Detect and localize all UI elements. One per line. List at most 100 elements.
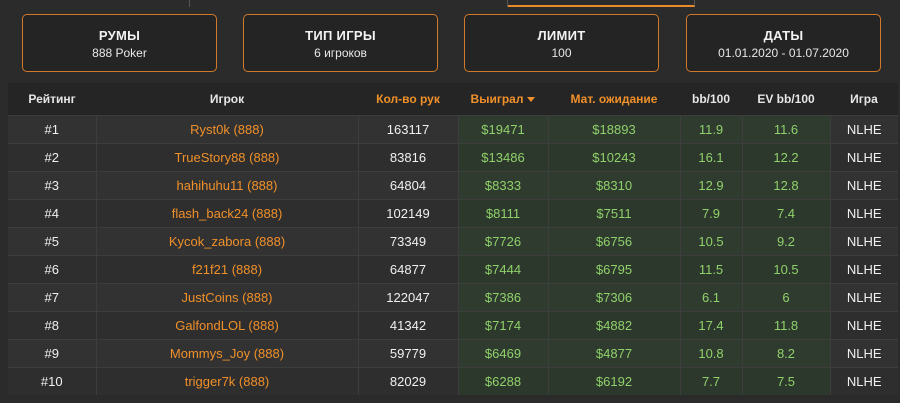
player-link[interactable]: Mommys_Joy (888) [95,339,358,367]
table-row: #4 flash_back24 (888) 102149 $8111 $7511 7.9 7… [8,199,898,227]
won-cell: $8333 [457,171,548,199]
player-link[interactable]: trigger7k (888) [95,367,358,395]
game-cell: NLHE [829,143,898,171]
filter-game-type-button[interactable]: ТИП ИГРЫ 6 игроков [243,14,438,72]
evbb100-cell: 12.2 [741,143,830,171]
hands-cell: 41342 [357,311,458,339]
hands-cell: 59779 [357,339,458,367]
filter-title: РУМЫ [98,28,141,43]
top-tab[interactable] [0,0,190,7]
bb100-cell: 16.1 [679,143,742,171]
table-row: #2 TrueStory88 (888) 83816 $13486 $10243 16.1… [8,143,898,171]
top-tab-strip [0,0,900,8]
hands-cell: 64877 [357,255,458,283]
player-link[interactable]: GalfondLOL (888) [95,311,358,339]
player-link[interactable]: Kycok_zabora (888) [95,227,358,255]
filter-title: ДАТЫ [763,28,804,43]
table-row: #9 Mommys_Joy (888) 59779 $6469 $4877 10.8 8.2… [8,339,898,367]
filter-title: ЛИМИТ [537,28,586,43]
bb100-cell: 11.9 [679,115,742,143]
header-evbb100[interactable]: EV bb/100 [742,83,830,115]
won-cell: $7444 [457,255,548,283]
bb100-cell: 17.4 [679,311,742,339]
rank-cell: #1 [44,121,59,137]
hands-cell: 102149 [357,199,458,227]
rank-cell: #4 [44,205,59,221]
rank-cell: #10 [40,373,63,389]
evbb100-cell: 11.6 [741,115,830,143]
hands-cell: 163117 [357,115,458,143]
evbb100-cell: 12.8 [741,171,830,199]
player-link[interactable]: Ryst0k (888) [95,115,358,143]
evbb100-cell: 9.2 [741,227,830,255]
filter-value: 6 игроков [314,46,367,60]
rank-cell: #5 [44,233,59,249]
filter-bar: РУМЫ 888 Poker ТИП ИГРЫ 6 игроков ЛИМИТ … [22,14,882,72]
won-cell: $7726 [457,227,548,255]
rank-cell: #6 [44,261,59,277]
evbb100-cell: 7.4 [741,199,830,227]
won-cell: $7386 [457,283,548,311]
evbb100-cell: 11.8 [741,311,830,339]
table-row: #10 trigger7k (888) 82029 $6288 $6192 7.7 7.5 N… [8,367,898,395]
filter-dates-button[interactable]: ДАТЫ 01.01.2020 - 01.07.2020 [686,14,881,72]
filter-value: 888 Poker [92,46,147,60]
game-cell: NLHE [829,199,898,227]
top-tab-active[interactable] [508,0,695,7]
bb100-cell: 10.5 [679,227,742,255]
header-player[interactable]: Игрок [96,83,358,115]
header-ev[interactable]: Мат. ожидание [548,83,680,115]
ev-cell: $18893 [547,115,680,143]
player-link[interactable]: flash_back24 (888) [95,199,358,227]
header-won[interactable]: Выиграл [458,83,548,115]
hands-cell: 83816 [357,143,458,171]
table-row: #8 GalfondLOL (888) 41342 $7174 $4882 17.4 11.… [8,311,898,339]
hands-cell: 122047 [357,283,458,311]
hands-cell: 64804 [357,171,458,199]
ev-cell: $4882 [547,311,680,339]
ev-cell: $8310 [547,171,680,199]
won-cell: $6288 [457,367,548,395]
bb100-cell: 6.1 [679,283,742,311]
filter-limit-button[interactable]: ЛИМИТ 100 [464,14,659,72]
game-cell: NLHE [829,115,898,143]
header-game[interactable]: Игра [830,83,898,115]
won-cell: $7174 [457,311,548,339]
won-cell: $6469 [457,339,548,367]
filter-rooms-button[interactable]: РУМЫ 888 Poker [22,14,217,72]
game-cell: NLHE [829,311,898,339]
bb100-cell: 11.5 [679,255,742,283]
bb100-cell: 7.7 [679,367,742,395]
table-header-row: Рейтинг Игрок Кол-во рук Выиграл Мат. ож… [8,83,898,115]
rank-cell: #7 [44,289,59,305]
ev-cell: $6192 [547,367,680,395]
filter-value: 01.01.2020 - 01.07.2020 [718,46,849,60]
evbb100-cell: 8.2 [741,339,830,367]
game-cell: NLHE [829,171,898,199]
evbb100-cell: 7.5 [741,367,830,395]
ev-cell: $10243 [547,143,680,171]
won-cell: $13486 [457,143,548,171]
ev-cell: $7306 [547,283,680,311]
game-cell: NLHE [829,227,898,255]
bb100-cell: 12.9 [679,171,742,199]
bb100-cell: 10.8 [679,339,742,367]
table-row: #6 f21f21 (888) 64877 $7444 $6795 11.5 10.5 NLH… [8,255,898,283]
table-row: #7 JustCoins (888) 122047 $7386 $7306 6.1 6 NLH… [8,283,898,311]
leaderboard-table: Рейтинг Игрок Кол-во рук Выиграл Мат. ож… [8,83,898,403]
player-link[interactable]: f21f21 (888) [95,255,358,283]
player-link[interactable]: TrueStory88 (888) [95,143,358,171]
table-row: #5 Kycok_zabora (888) 73349 $7726 $6756 10.5 9… [8,227,898,255]
header-bb100[interactable]: bb/100 [680,83,742,115]
player-link[interactable]: JustCoins (888) [95,283,358,311]
player-link[interactable]: hahihuhu11 (888) [95,171,358,199]
rank-cell: #2 [44,149,59,165]
table-row: #3 hahihuhu11 (888) 64804 $8333 $8310 12.9 12.… [8,171,898,199]
evbb100-cell: 6 [741,283,830,311]
hands-cell: 82029 [357,367,458,395]
header-won-label: Выиграл [470,91,524,106]
top-tab[interactable] [190,0,508,7]
header-hands[interactable]: Кол-во рук [358,83,458,115]
header-rank[interactable]: Рейтинг [8,83,96,115]
rank-cell: #9 [44,345,59,361]
